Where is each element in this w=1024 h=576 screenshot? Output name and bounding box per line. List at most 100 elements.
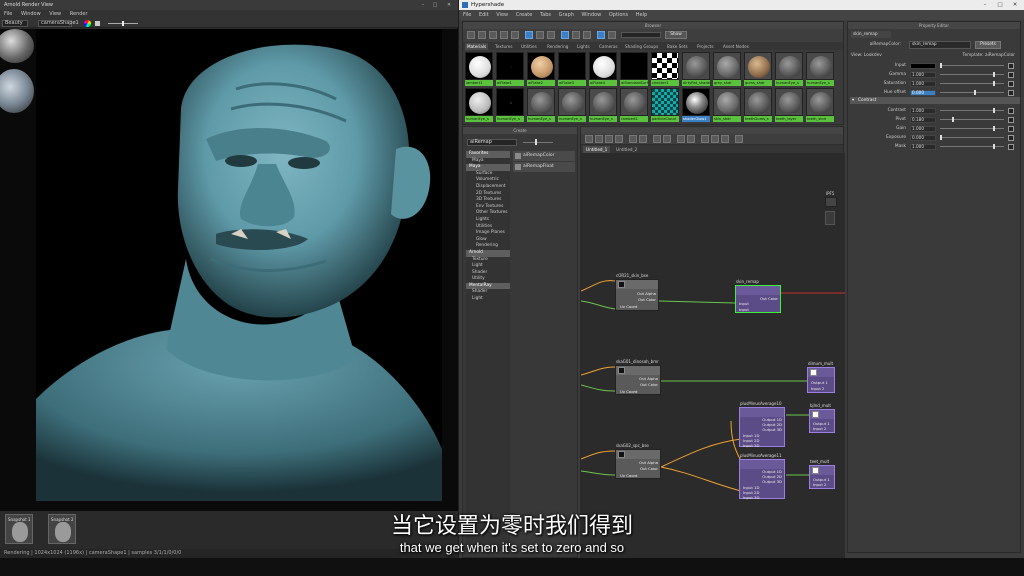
port-label[interactable]: Output 1 <box>811 380 828 385</box>
close-icon[interactable]: ✕ <box>1009 0 1021 10</box>
tab-cameras[interactable]: Cameras <box>597 43 620 50</box>
small-icons-icon[interactable] <box>547 31 555 39</box>
attribute-slider[interactable] <box>940 65 1004 66</box>
material-swatch[interactable]: aiFlake2 <box>527 52 555 86</box>
menu-help[interactable]: Help <box>636 12 647 18</box>
material-swatch[interactable]: humanEye_s <box>558 88 586 122</box>
tree-item[interactable]: Light <box>466 263 510 270</box>
filter-icon[interactable] <box>597 31 605 39</box>
textures-icon[interactable] <box>489 31 497 39</box>
material-swatch[interactable]: shaderGlow1 <box>682 88 710 122</box>
attribute-value-field[interactable]: 0.180 <box>910 116 936 123</box>
material-swatch[interactable]: gums_shdr <box>744 52 772 86</box>
port-label[interactable]: Uv Coord <box>620 389 637 394</box>
attribute-slider-knob[interactable] <box>992 126 995 131</box>
full-mode-icon[interactable] <box>721 135 729 143</box>
attribute-slider-knob[interactable] <box>952 117 955 122</box>
tree-item[interactable]: Favorites <box>466 151 510 158</box>
map-texture-icon[interactable] <box>1008 116 1014 123</box>
create-result-item[interactable]: aiRemapColor <box>513 151 575 161</box>
port-label[interactable]: Input 2 <box>813 426 826 431</box>
material-swatch[interactable]: teeth_layer <box>775 88 803 122</box>
contrast-section-header[interactable]: ▾ Contrast <box>850 97 1020 104</box>
node-dinosah-file[interactable]: skaG01_dinosah_bmr Out Alpha Out Color U… <box>615 359 661 395</box>
attribute-value-field[interactable]: 1.000 <box>910 107 936 114</box>
output-connections-icon[interactable] <box>605 135 613 143</box>
node-plus-minus-average-10[interactable]: plusMinusAverage10 Output 1D Output 2D O… <box>739 401 785 448</box>
attribute-slider[interactable] <box>940 119 1004 120</box>
frame-all-icon[interactable] <box>653 135 661 143</box>
clear-graph-icon[interactable] <box>615 135 623 143</box>
presets-button[interactable]: Presets <box>975 41 1001 49</box>
graph-icon[interactable] <box>467 31 475 39</box>
tab-rendering[interactable]: Rendering <box>545 43 570 50</box>
attribute-value-field[interactable]: 1.000 <box>910 71 936 78</box>
menu-render[interactable]: Render <box>70 11 88 17</box>
material-swatch[interactable]: humanEye_s <box>527 88 555 122</box>
add-icon[interactable] <box>629 135 637 143</box>
sort-name-icon[interactable] <box>561 31 569 39</box>
port-label[interactable]: Uv Coord <box>620 473 637 478</box>
color-wheel-icon[interactable] <box>84 20 91 27</box>
material-swatch[interactable]: aiStandardSurface1 <box>620 52 648 86</box>
node-shading-engine[interactable]: lPF5 <box>825 191 837 207</box>
tree-item[interactable]: Other Textures <box>466 210 510 217</box>
port-label[interactable]: Out Alpha <box>637 291 656 296</box>
port-label[interactable]: Input 2 <box>813 482 826 487</box>
port-label[interactable]: Out Color <box>760 296 778 301</box>
minimize-icon[interactable]: – <box>418 0 428 10</box>
sort-time-icon[interactable] <box>583 31 591 39</box>
tab-bake-sets[interactable]: Bake Sets <box>665 43 690 50</box>
material-swatch[interactable]: skin_shdr <box>713 88 741 122</box>
tree-item[interactable]: 3D Textures <box>466 197 510 204</box>
port-label[interactable]: Out Color <box>640 382 658 387</box>
node-plus-minus-average-11[interactable]: plusMinusAverage11 Output 1D Output 2D O… <box>739 453 785 500</box>
tab-lights[interactable]: Lights <box>575 43 592 50</box>
tree-item[interactable]: Lights <box>466 217 510 224</box>
material-swatch[interactable]: aiFlake4 <box>589 52 617 86</box>
attribute-value-field[interactable]: 0.000 <box>910 134 936 141</box>
tree-item[interactable]: Displacement <box>466 184 510 191</box>
tree-item[interactable]: Rendering <box>466 243 510 250</box>
material-swatch[interactable]: checker1 <box>651 52 679 86</box>
menu-window[interactable]: Window <box>582 12 602 18</box>
template-select[interactable]: Template: aiRemapColor <box>963 52 1015 59</box>
list-view-icon[interactable] <box>536 31 544 39</box>
node-collapsed[interactable] <box>825 211 835 225</box>
tab-asset-nodes[interactable]: Asset Nodes <box>721 43 751 50</box>
property-editor-tab[interactable]: skin_remap <box>851 31 891 38</box>
tab-untitled-1[interactable]: Untitled_1 <box>583 146 611 153</box>
show-button[interactable]: Show <box>665 31 687 39</box>
node-teet-mult[interactable]: teet_mult Output 1 Input 2 <box>809 459 835 489</box>
remove-icon[interactable] <box>639 135 647 143</box>
tab-projects[interactable]: Projects <box>695 43 716 50</box>
menu-view[interactable]: View <box>49 11 61 17</box>
attribute-slider-knob[interactable] <box>940 63 942 68</box>
close-icon[interactable]: ✕ <box>444 0 454 10</box>
tab-utilities[interactable]: Utilities <box>519 43 539 50</box>
map-texture-icon[interactable] <box>1008 89 1014 96</box>
port-label[interactable]: Out Alpha <box>639 376 658 381</box>
material-swatch[interactable]: humanEye_s <box>806 52 834 86</box>
material-swatch[interactable]: humanEye_s <box>496 88 524 122</box>
tree-item[interactable]: Volumetric <box>466 177 510 184</box>
port-label[interactable]: Output 3D <box>762 427 782 432</box>
attribute-value-field[interactable]: 0.000 <box>910 89 936 96</box>
material-swatch[interactable]: aiFlake1 <box>496 52 524 86</box>
port-label[interactable]: Out Color <box>638 297 656 302</box>
lights-icon[interactable] <box>511 31 519 39</box>
material-swatch[interactable]: teethGums_s <box>744 88 772 122</box>
menu-file[interactable]: File <box>4 11 12 17</box>
view-select[interactable]: View: Lookdev <box>851 53 882 58</box>
port-label[interactable]: Input 2 <box>811 386 824 391</box>
node-spc-file[interactable]: skaG02_spc_bse Out Alpha Out Color Uv Co… <box>615 443 661 479</box>
port-label[interactable]: Output 3D <box>762 479 782 484</box>
exposure-slider-knob[interactable] <box>122 21 124 26</box>
display-icon[interactable] <box>95 21 100 26</box>
attribute-slider-knob[interactable] <box>992 81 995 86</box>
material-swatch[interactable]: dirtyflat_shader <box>682 52 710 86</box>
attribute-value-field[interactable]: 1.000 <box>910 143 936 150</box>
attribute-value-field[interactable] <box>910 62 936 69</box>
port-label[interactable]: Input 3D <box>743 443 759 448</box>
create-search-input[interactable]: aiRemap <box>467 139 517 146</box>
